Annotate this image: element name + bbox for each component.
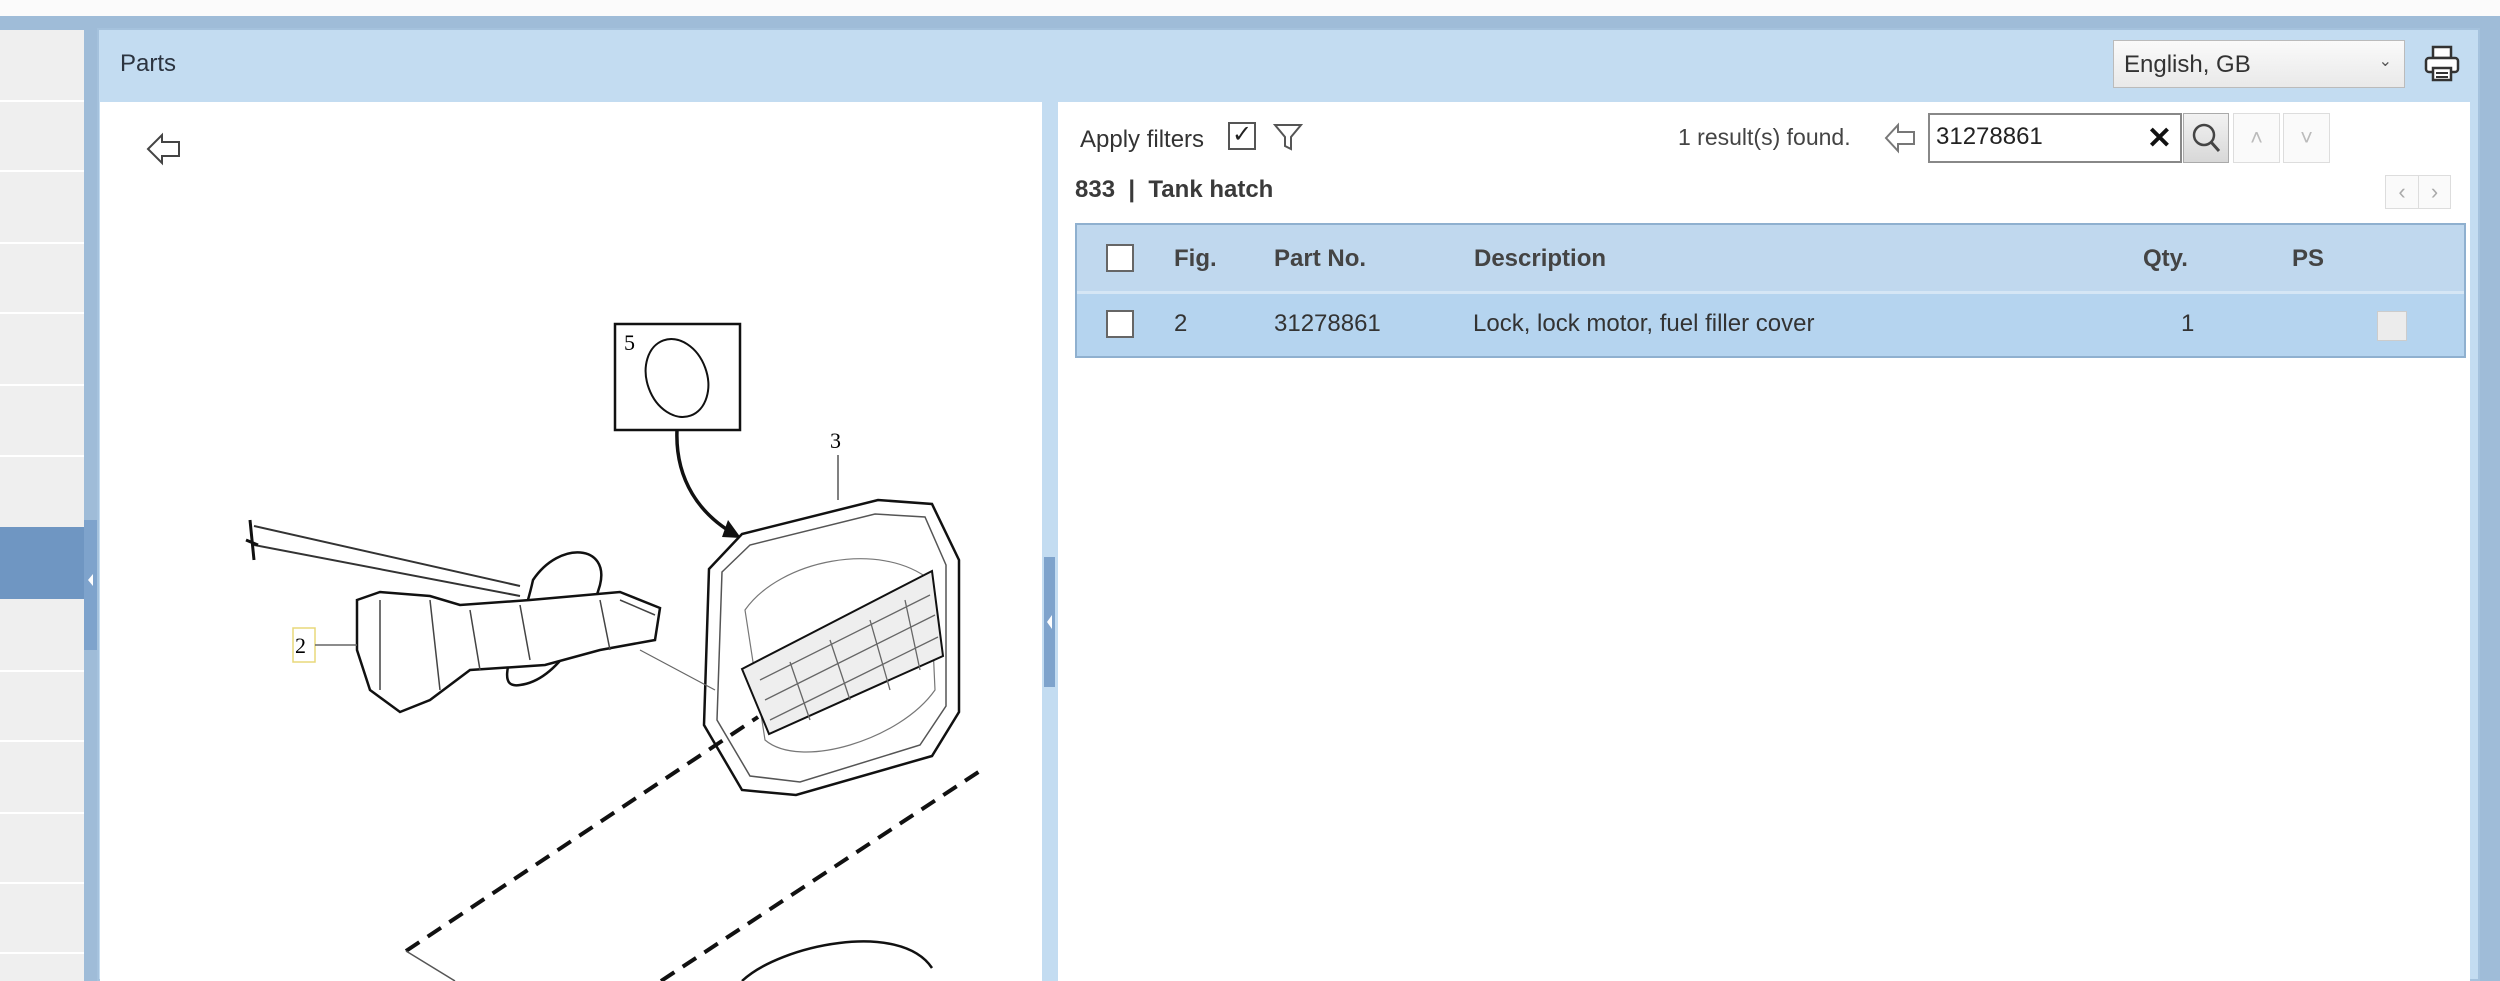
chevron-down-icon: ⌄ xyxy=(2378,53,2392,70)
table-row[interactable]: 2 31278861 Lock, lock motor, fuel filler… xyxy=(1077,291,2464,356)
language-select[interactable]: English, GB ⌄ xyxy=(2113,40,2405,88)
cell-qty: 1 xyxy=(2181,310,2195,337)
pane-splitter[interactable] xyxy=(1042,102,1058,981)
body-arc xyxy=(741,940,934,981)
prev-section-button[interactable]: ‹ xyxy=(2386,176,2418,208)
callout-2[interactable]: 2 xyxy=(295,633,306,658)
clear-search-icon[interactable]: ✕ xyxy=(2147,121,2172,156)
column-header-ps[interactable]: PS xyxy=(2292,245,2324,273)
select-all-checkbox[interactable] xyxy=(1106,244,1134,272)
apply-filters-label: Apply filters xyxy=(1080,126,1205,153)
leader-line xyxy=(405,950,456,981)
print-icon[interactable] xyxy=(2424,44,2460,84)
note-icon[interactable] xyxy=(2377,311,2407,341)
column-header-fig[interactable]: Fig. xyxy=(1174,245,1217,273)
arrowhead xyxy=(722,520,741,538)
part-search-field[interactable]: ✕ xyxy=(1928,113,2182,163)
leader-line xyxy=(639,649,716,691)
language-value: English, GB xyxy=(2124,51,2251,78)
results-count: 1 result(s) found. xyxy=(1678,124,1851,150)
previous-result-button[interactable]: ˄ xyxy=(2233,113,2280,163)
cell-description: Lock, lock motor, fuel filler cover xyxy=(1473,310,1815,337)
filter-icon[interactable] xyxy=(1272,122,1304,152)
cell-fig: 2 xyxy=(1174,310,1188,337)
splitter-handle[interactable] xyxy=(1044,557,1055,687)
cell-part-no: 31278861 xyxy=(1274,310,1381,337)
section-pager: ‹ › xyxy=(2385,175,2451,209)
column-header-qty[interactable]: Qty. xyxy=(2143,245,2188,273)
callout-5[interactable]: 5 xyxy=(624,330,635,355)
cable xyxy=(253,525,521,597)
exploded-parts-drawing: 5 3 2 xyxy=(245,322,988,981)
parts-table: Fig. Part No. Description Qty. PS 2 3127… xyxy=(1075,223,2466,358)
next-result-button[interactable]: ˅ xyxy=(2283,113,2330,163)
search-button[interactable] xyxy=(2183,113,2229,163)
row-checkbox[interactable] xyxy=(1106,310,1134,338)
search-back-arrow-icon[interactable] xyxy=(1884,122,1918,154)
callout-3[interactable]: 3 xyxy=(830,428,841,453)
next-section-button[interactable]: › xyxy=(2418,176,2450,208)
search-input[interactable] xyxy=(1930,115,2130,159)
dashed-line xyxy=(659,765,988,981)
apply-filters-checkbox[interactable]: ✓ xyxy=(1228,122,1256,150)
pointer-arrow xyxy=(675,429,737,537)
lock-motor xyxy=(355,590,662,714)
column-header-description[interactable]: Description xyxy=(1474,245,1606,273)
column-header-part-no[interactable]: Part No. xyxy=(1274,245,1366,273)
section-title: 833 | Tank hatch xyxy=(1075,176,1274,203)
dashed-line xyxy=(404,715,760,953)
